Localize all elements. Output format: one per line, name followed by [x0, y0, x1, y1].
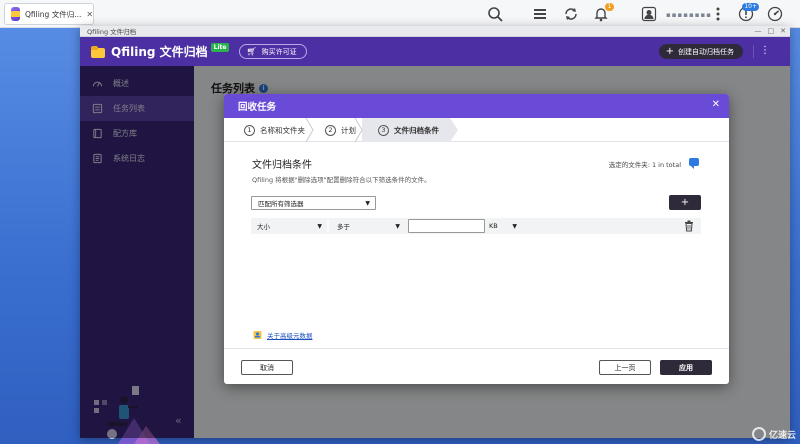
desktop-taskbar: Qfiling 文件归... ✕ 1 ▪▪▪▪▪▪▪▪ 10+	[0, 0, 800, 28]
maximize-icon[interactable]: □	[768, 27, 775, 35]
cancel-button[interactable]: 取消	[241, 360, 293, 375]
taskbar-app-tab[interactable]: Qfiling 文件归... ✕	[4, 3, 94, 25]
close-icon[interactable]: ✕	[780, 27, 786, 35]
watermark-icon	[751, 427, 766, 441]
edition-badge: Lite	[210, 42, 230, 52]
section-description: Qfiling 将根据"删除选项"配置删除符合以下筛选条件的文件。	[252, 176, 431, 184]
wizard-steps: 1 名称和文件夹 2 计划 3 文件归档条件	[224, 118, 729, 142]
close-icon[interactable]: ✕	[86, 10, 93, 19]
stack-icon[interactable]	[531, 5, 549, 23]
dialog-header: 回收任务 ✕	[224, 94, 729, 118]
divider	[327, 220, 329, 232]
step-label: 计划	[341, 125, 356, 135]
step-name-and-folder[interactable]: 1 名称和文件夹	[244, 118, 305, 142]
dialog-title: 回收任务	[238, 102, 277, 113]
watermark-logo: 亿速云	[751, 427, 796, 441]
app-name: Qfiling 文件归档	[111, 45, 208, 59]
recycle-task-dialog: 回收任务 ✕ 1 名称和文件夹 2 计划 3 文件归档条件 文件归档条件 Qfi…	[224, 94, 729, 384]
filter-operator-select[interactable]: 多于 ▼	[337, 218, 405, 234]
match-mode-select[interactable]: 匹配所有筛选器 ▼	[251, 196, 376, 210]
step-label: 名称和文件夹	[260, 125, 305, 135]
create-auto-task-label: 创建自动归档任务	[678, 47, 734, 56]
notification-bell-icon[interactable]: 1	[592, 3, 614, 23]
filter-value-input[interactable]	[408, 219, 485, 233]
step-number: 3	[378, 124, 389, 136]
buy-license-label: 购买许可证	[261, 47, 297, 56]
advanced-metadata-label: 关于高级元数据	[267, 332, 313, 340]
section-title: 文件归档条件	[252, 160, 312, 171]
folder-logo-icon	[91, 45, 105, 58]
watermark-text: 亿速云	[768, 430, 796, 441]
download-badge: 10+	[742, 3, 759, 11]
user-avatar-icon[interactable]	[640, 5, 658, 23]
plus-icon: +	[665, 45, 674, 57]
dialog-footer: 取消 上一页 应用	[224, 348, 729, 384]
caret-down-icon: ▼	[512, 223, 517, 230]
caret-down-icon: ▼	[365, 200, 370, 207]
metadata-icon	[253, 331, 262, 339]
more-options-icon[interactable]	[709, 5, 727, 23]
filter-unit-value: KB	[489, 222, 498, 230]
dialog-body: 文件归档条件 Qfiling 将根据"删除选项"配置删除符合以下筛选条件的文件。…	[224, 142, 729, 348]
window-title: Qfiling 文件归档	[87, 28, 137, 36]
selected-folders-count: 选定的文件夹: 1 in total	[608, 161, 681, 169]
step-schedule[interactable]: 2 计划	[325, 118, 356, 142]
minimize-icon[interactable]: —	[755, 27, 762, 35]
cart-icon: 🛒︎	[246, 47, 257, 56]
filter-unit-select[interactable]: KB ▼	[489, 218, 519, 234]
search-icon[interactable]	[486, 5, 504, 23]
filter-operator-value: 多于	[337, 223, 350, 231]
step-archive-conditions[interactable]: 3 文件归档条件	[378, 118, 439, 142]
close-icon[interactable]: ✕	[712, 100, 720, 110]
window-titlebar[interactable]: Qfiling 文件归档 — □ ✕	[80, 26, 790, 37]
step-label: 文件归档条件	[394, 125, 439, 135]
sync-icon[interactable]	[562, 5, 580, 23]
buy-license-button[interactable]: 🛒︎ 购买许可证	[239, 44, 307, 59]
filter-field-select[interactable]: 大小 ▼	[257, 218, 327, 234]
add-filter-button[interactable]: +	[669, 195, 701, 210]
qfiling-app-icon	[11, 7, 20, 21]
notification-badge: 1	[605, 3, 614, 11]
more-options-icon[interactable]: ⋮	[760, 45, 770, 57]
filter-row: 大小 ▼ 多于 ▼ KB ▼	[251, 218, 701, 234]
dashboard-gauge-icon[interactable]	[766, 5, 784, 23]
chat-bubble-icon[interactable]	[689, 158, 699, 169]
match-mode-value: 匹配所有筛选器	[258, 200, 304, 208]
apply-button[interactable]: 应用	[660, 360, 712, 375]
caret-down-icon: ▼	[395, 223, 400, 230]
caret-down-icon: ▼	[317, 223, 322, 230]
app-header: Qfiling 文件归档 Lite 🛒︎ 购买许可证 + 创建自动归档任务 ⋮	[80, 37, 790, 66]
previous-page-button[interactable]: 上一页	[599, 360, 651, 375]
username-label: ▪▪▪▪▪▪▪▪	[666, 11, 712, 19]
step-number: 2	[325, 124, 336, 136]
step-number: 1	[244, 124, 255, 136]
create-auto-task-button[interactable]: + 创建自动归档任务	[658, 44, 743, 59]
trash-icon[interactable]	[684, 220, 694, 232]
filter-field-value: 大小	[257, 223, 270, 231]
advanced-metadata-link[interactable]: 关于高级元数据	[253, 330, 313, 340]
taskbar-tab-title: Qfiling 文件归...	[25, 9, 82, 19]
header-divider	[753, 45, 754, 58]
download-info-icon[interactable]: 10+	[737, 3, 759, 23]
